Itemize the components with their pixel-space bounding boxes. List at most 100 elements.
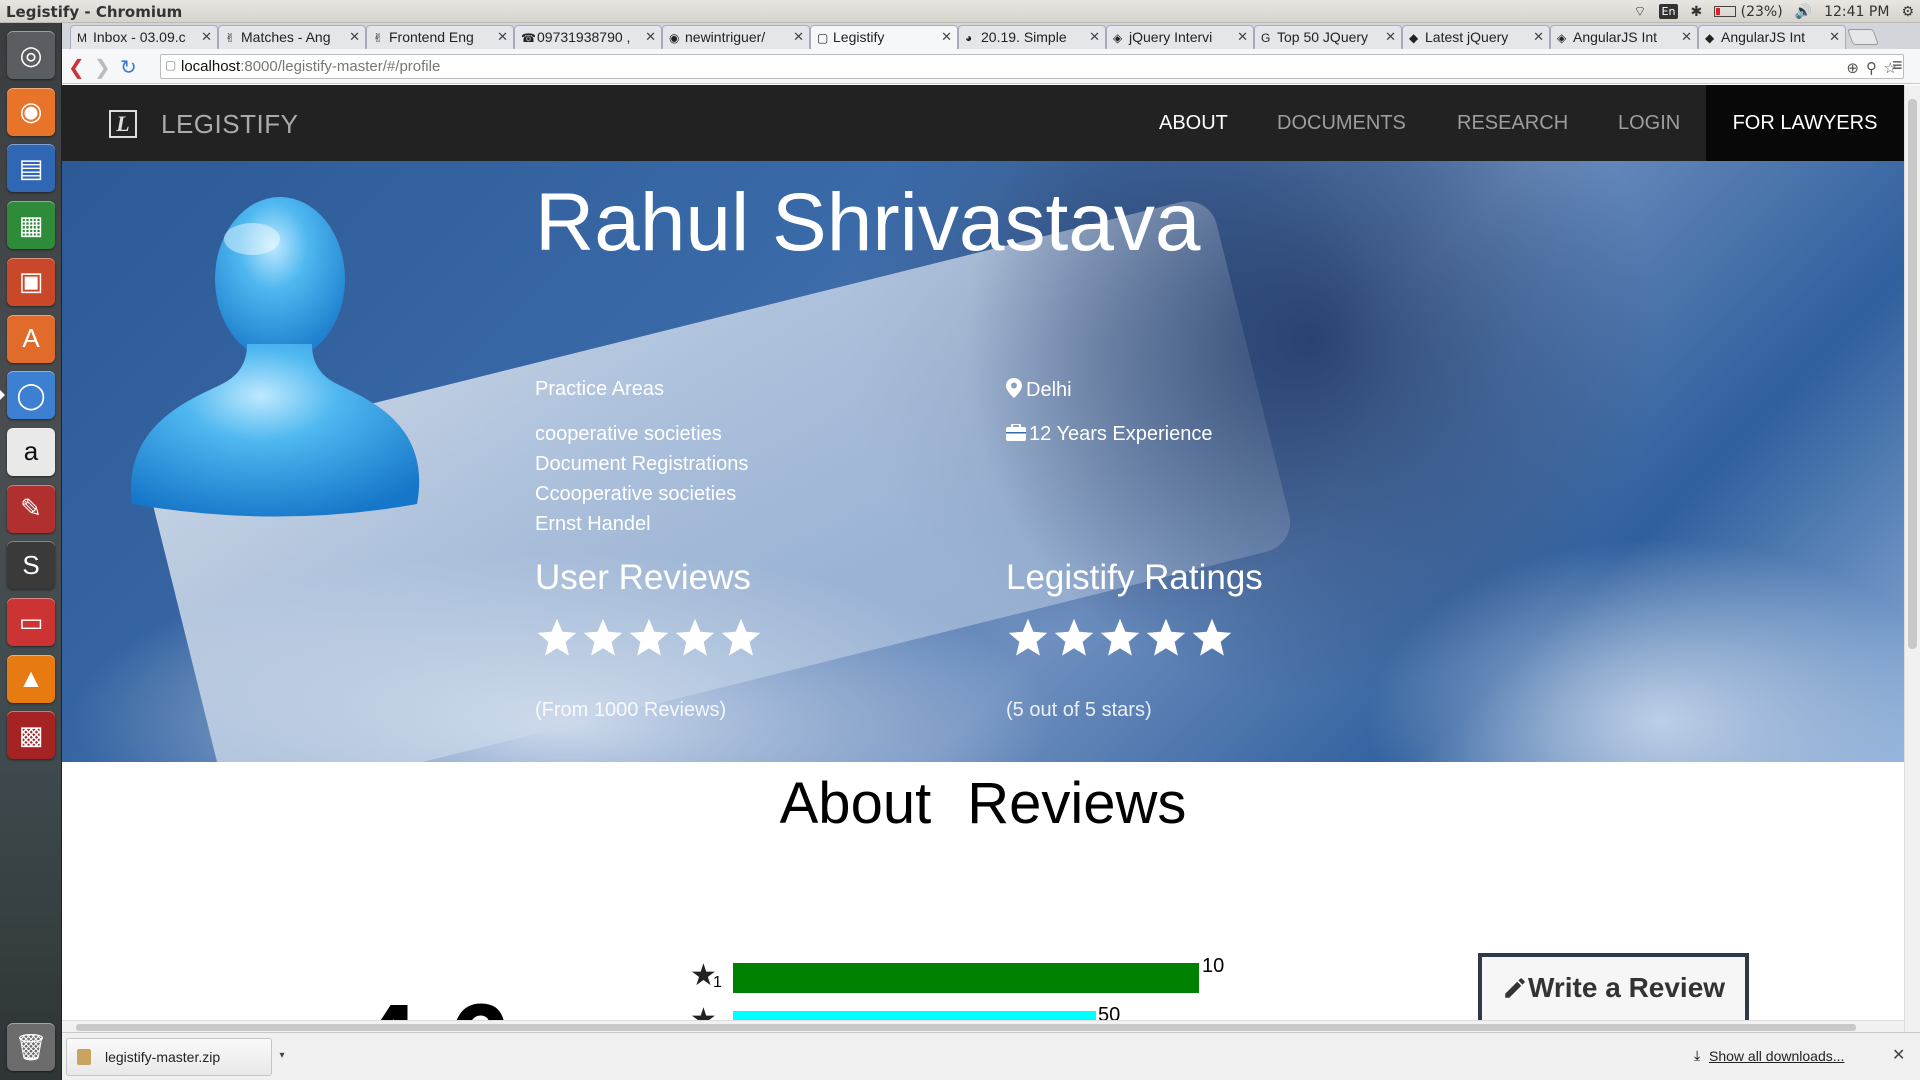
tab-title: Inbox - 03.09.c [93,29,186,45]
tab-close-icon[interactable]: ✕ [1385,29,1396,45]
horizontal-scrollbar[interactable] [62,1020,1904,1032]
trash-icon[interactable]: 🗑 [7,1023,55,1071]
download-item[interactable]: legistify-master.zip [66,1038,272,1076]
show-all-downloads-link[interactable]: Show all downloads... [1709,1048,1844,1064]
tab-close-icon[interactable]: ✕ [1533,29,1544,45]
star-icon [1052,616,1096,665]
nav-about[interactable]: ABOUT [1159,85,1228,161]
tab-close-icon[interactable]: ✕ [793,29,804,45]
address-bar[interactable]: ▢ localhost:8000/legistify-master/#/prof… [160,54,1904,79]
user-reviews-heading: User Reviews [535,558,751,597]
menu-icon[interactable]: ≡ [1892,55,1903,76]
launcher: ◎ ◉ ▤ ▦ ▣ A ◯ a ✎ S ▭ ▲ ▩ 🗑 [0,23,62,1080]
tab-close-icon[interactable]: ✕ [1829,29,1840,45]
session-gear-icon[interactable]: ⚙ [1901,4,1914,20]
tab-close-icon[interactable]: ✕ [497,29,508,45]
page-viewport: L LEGISTIFY ABOUT DOCUMENTS RESEARCH LOG… [62,85,1904,1020]
tab-title: 09731938790 , [537,29,631,45]
rating-bar-count: 50 [1098,1004,1121,1020]
tab-about[interactable]: About [780,771,932,836]
running-app-indicator [0,390,5,401]
browser-tab[interactable]: ▢ Legistify ✕ [810,25,958,49]
tab-favicon-icon: ◈ [1113,31,1123,45]
vertical-scrollbar[interactable] [1904,85,1920,1032]
tab-favicon-icon: ◆ [1409,31,1419,45]
browser-tab[interactable]: ☎09731938790 , ✕ [514,25,662,49]
browser-tab[interactable]: ◉ newintriguer/ ✕ [662,25,810,49]
forward-button[interactable]: ❯ [94,55,111,80]
download-item-menu-button[interactable]: ▾ [272,1038,292,1076]
firefox-icon[interactable]: ◉ [7,87,55,136]
writer-icon[interactable]: ▤ [7,144,55,193]
software-center-icon[interactable]: A [7,314,55,363]
archive-file-icon [77,1049,91,1065]
extension-icon[interactable]: ⚲ [1866,59,1877,77]
tab-title: 20.19. Simple [981,29,1067,45]
browser-tab[interactable]: G Top 50 JQuery ✕ [1254,25,1402,49]
zoom-icon[interactable]: ⊕ [1846,59,1859,77]
nav-documents[interactable]: DOCUMENTS [1277,85,1406,161]
keyboard-layout-indicator[interactable]: En [1658,4,1679,19]
url-path: :8000/legistify-master/#/profile [240,58,441,75]
browser-tab[interactable]: ✌ Matches - Ang ✕ [218,25,366,49]
tab-close-icon[interactable]: ✕ [1237,29,1248,45]
url-host: localhost [181,58,241,75]
write-review-button[interactable]: Write a Review [1478,953,1749,1020]
tab-favicon-icon: ☎ [521,31,536,45]
wifi-icon[interactable]: ⌔ [1633,3,1646,21]
nav-research[interactable]: RESEARCH [1457,85,1568,161]
reload-button[interactable]: ↻ [120,55,137,80]
dash-icon[interactable]: ◎ [7,31,55,79]
browser-tab[interactable]: ◆ AngularJS Int ✕ [1698,25,1846,49]
chromium-icon[interactable]: ◯ [7,371,55,420]
average-score: 4.6 [357,980,510,1020]
star-icon [1144,616,1188,665]
browser-tab[interactable]: ◆ Latest jQuery ✕ [1402,25,1550,49]
workspace-icon[interactable]: ▩ [7,711,55,760]
battery-indicator[interactable]: (23%) [1714,4,1783,20]
browser-tab[interactable]: ◈ AngularJS Int ✕ [1550,25,1698,49]
files-icon[interactable]: ▭ [7,598,55,646]
tab-close-icon[interactable]: ✕ [201,29,212,45]
browser-tab[interactable]: ◕ 20.19. Simple ✕ [958,25,1106,49]
bluetooth-icon[interactable]: ✱ [1690,4,1702,20]
sublime-icon[interactable]: S [7,541,55,590]
avatar [131,197,420,517]
browser-tab[interactable]: ◈ jQuery Intervi ✕ [1106,25,1254,49]
star-icon [1006,616,1050,665]
brand-logo[interactable]: L [109,110,137,138]
experience: 12 Years Experience [1006,423,1212,446]
settings-icon[interactable]: ✎ [7,484,55,533]
profile-hero: Rahul Shrivastava Practice Areas coopera… [62,161,1904,762]
calc-icon[interactable]: ▦ [7,201,55,250]
rating-bar [733,1011,1096,1020]
back-button[interactable]: ❮ [68,55,85,80]
tab-favicon-icon: ◕ [965,31,973,45]
impress-icon[interactable]: ▣ [7,257,55,306]
star-icon [673,616,717,665]
nav-for-lawyers[interactable]: FOR LAWYERS [1706,85,1904,161]
new-tab-button[interactable] [1847,29,1879,45]
tab-title: newintriguer/ [685,29,766,45]
page-icon: ▢ [165,58,177,72]
clock[interactable]: 12:41 PM [1824,4,1889,20]
tab-close-icon[interactable]: ✕ [1681,29,1692,45]
nav-login[interactable]: LOGIN [1618,85,1680,161]
user-reviews-note: (From 1000 Reviews) [535,699,727,721]
tab-close-icon[interactable]: ✕ [645,29,656,45]
brand-name[interactable]: LEGISTIFY [161,109,298,140]
volume-icon[interactable]: 🔊 [1795,4,1812,20]
tab-close-icon[interactable]: ✕ [349,29,360,45]
close-download-shelf-icon[interactable]: ✕ [1892,1045,1905,1065]
tab-close-icon[interactable]: ✕ [941,29,952,45]
window-title: Legistify - Chromium [6,3,183,21]
browser-tab[interactable]: M Inbox - 03.09.c ✕ [70,25,218,49]
browser-tab[interactable]: ✌ Frontend Eng ✕ [366,25,514,49]
tab-close-icon[interactable]: ✕ [1089,29,1100,45]
amazon-icon[interactable]: a [7,427,55,476]
star-icon [535,616,579,665]
vlc-icon[interactable]: ▲ [7,654,55,703]
legistify-ratings-stars [1006,616,1234,665]
tab-reviews[interactable]: Reviews [967,771,1186,836]
legistify-ratings-heading: Legistify Ratings [1006,558,1263,597]
